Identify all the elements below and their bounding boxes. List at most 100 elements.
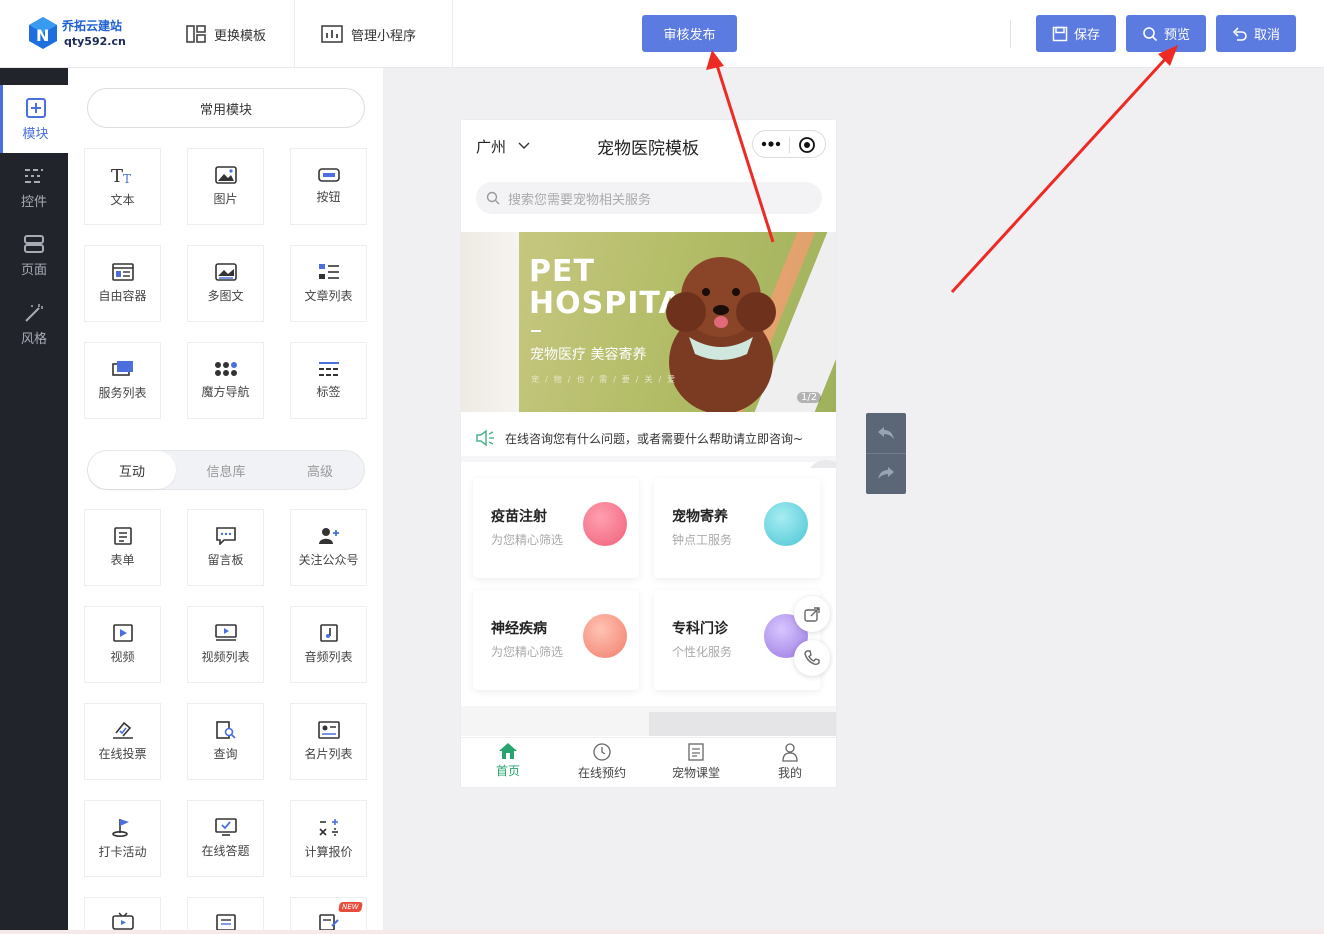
notice-bar[interactable]: 在线咨询您有什么问题，或者需要什么帮助请立即咨询~ [461, 420, 836, 462]
dog-image [666, 257, 776, 412]
history-controls [866, 413, 906, 494]
nav-label: 风格 [20, 331, 47, 347]
banner-carousel[interactable]: PET HOSPITAL 宠物医疗 美容寄养 宠/物/也/需/要/关/爱 1/2 [461, 232, 836, 412]
module-vote[interactable]: 在线投票 [84, 703, 161, 780]
nav-item-pages[interactable]: 页面 [0, 221, 68, 289]
service-card-vaccine[interactable]: 疫苗注射 为您精心筛选 [473, 478, 639, 578]
notice-text: 在线咨询您有什么问题，或者需要什么帮助请立即咨询~ [505, 431, 804, 446]
left-nav: 模块 控件 页面 风格 [0, 68, 68, 934]
close-target-icon[interactable] [798, 136, 816, 154]
module-partial-tv[interactable] [84, 897, 161, 934]
tab-label: 首页 [495, 764, 520, 778]
module-label: 视频列表 [201, 650, 250, 664]
manage-miniapp-button[interactable]: 管理小程序 [295, 0, 453, 68]
city-selector[interactable]: 广州 [476, 136, 506, 157]
module-form[interactable]: 表单 [84, 509, 161, 586]
tab-label: 宠物课堂 [671, 766, 720, 780]
more-icon[interactable] [761, 139, 781, 149]
checkin-flag-icon [111, 819, 129, 837]
logo[interactable]: N 乔拓云建站 qty592.cn [28, 14, 138, 54]
module-multi-image[interactable]: 多图文 [187, 245, 264, 322]
module-partial-new[interactable]: NEW [290, 897, 367, 934]
service-desc: 为您精心筛选 [491, 645, 564, 659]
module-text[interactable]: TT 文本 [84, 148, 161, 225]
module-label: 关注公众号 [298, 553, 359, 567]
svg-text:T: T [123, 172, 131, 185]
module-calculator[interactable]: 计算报价 [290, 800, 367, 877]
module-label: 图片 [213, 192, 238, 206]
service-title: 神经疾病 [491, 621, 547, 637]
module-message-board[interactable]: 留言板 [187, 509, 264, 586]
module-video[interactable]: 视频 [84, 606, 161, 683]
module-label: 在线答题 [201, 844, 250, 858]
call-button[interactable] [794, 640, 830, 676]
share-button[interactable] [794, 596, 830, 632]
module-partial-doc[interactable] [187, 897, 264, 934]
button-icon [317, 168, 340, 182]
plus-square-icon [25, 97, 46, 118]
phone-icon [804, 650, 820, 666]
common-modules-header[interactable]: 常用模块 [87, 88, 365, 128]
tab-label: 我的 [777, 766, 802, 780]
undo-icon[interactable] [877, 426, 895, 440]
book-icon [688, 743, 704, 761]
module-tag[interactable]: 标签 [290, 342, 367, 419]
magic-wand-icon [25, 303, 43, 322]
module-audio-list[interactable]: 音频列表 [290, 606, 367, 683]
module-query[interactable]: 查询 [187, 703, 264, 780]
top-bar: N 乔拓云建站 qty592.cn 更换模板 管理小程序 审核发布 保存 预览 … [0, 0, 1324, 68]
save-button[interactable]: 保存 [1036, 15, 1116, 52]
module-button[interactable]: 按钮 [290, 148, 367, 225]
tab-interactive[interactable]: 互动 [88, 451, 176, 489]
module-label: 表单 [110, 553, 135, 567]
svg-text:N: N [36, 26, 49, 45]
module-quiz[interactable]: 在线答题 [187, 800, 264, 877]
chevron-down-icon[interactable] [518, 142, 530, 150]
module-label: 打卡活动 [98, 845, 147, 859]
module-article-list[interactable]: 文章列表 [290, 245, 367, 322]
module-grid-nav[interactable]: 魔方导航 [187, 342, 264, 419]
module-label: 按钮 [316, 190, 341, 204]
publish-button[interactable]: 审核发布 [642, 15, 737, 52]
follow-icon [318, 528, 339, 544]
tab-me[interactable]: 我的 [743, 742, 836, 786]
module-service-list[interactable]: 服务列表 [84, 342, 161, 419]
cancel-button[interactable]: 取消 [1216, 15, 1296, 52]
service-card-neuro[interactable]: 神经疾病 为您精心筛选 [473, 590, 639, 690]
publish-label: 审核发布 [663, 28, 716, 43]
nav-item-controls[interactable]: 控件 [0, 153, 68, 221]
save-icon [1052, 26, 1068, 41]
module-checkin[interactable]: 打卡活动 [84, 800, 161, 877]
save-label: 保存 [1073, 28, 1100, 43]
change-template-button[interactable]: 更换模板 [160, 0, 295, 68]
service-desc: 为您精心筛选 [491, 533, 564, 547]
tab-home[interactable]: 首页 [461, 742, 555, 786]
module-container[interactable]: 自由容器 [84, 245, 161, 322]
module-video-list[interactable]: 视频列表 [187, 606, 264, 683]
module-card-list[interactable]: 名片列表 [290, 703, 367, 780]
vote-icon [112, 721, 133, 739]
preview-button[interactable]: 预览 [1126, 15, 1206, 52]
redo-icon[interactable] [877, 466, 895, 480]
video-icon [112, 624, 133, 642]
message-board-icon [215, 527, 236, 545]
pages-icon [24, 234, 44, 253]
tab-info-library[interactable]: 信息库 [182, 451, 270, 489]
service-card-boarding[interactable]: 宠物寄养 钟点工服务 [654, 478, 820, 578]
tab-class[interactable]: 宠物课堂 [649, 742, 743, 786]
nav-item-style[interactable]: 风格 [0, 290, 68, 358]
service-title: 专科门诊 [672, 621, 728, 637]
module-follow[interactable]: 关注公众号 [290, 509, 367, 586]
module-image[interactable]: 图片 [187, 148, 264, 225]
article-list-icon [318, 264, 339, 279]
divider [1010, 20, 1011, 48]
logo-icon: N [29, 17, 57, 49]
tab-advanced[interactable]: 高级 [276, 451, 364, 489]
search-input[interactable]: 搜索您需要宠物相关服务 [476, 182, 822, 214]
nav-item-modules[interactable]: 模块 [0, 85, 68, 153]
container-icon [111, 263, 134, 281]
tab-booking[interactable]: 在线预约 [555, 742, 649, 786]
module-label: 名片列表 [304, 747, 353, 761]
edit-list-icon [318, 914, 339, 930]
module-panel: 常用模块 TT 文本 图片 按钮 自由容器 多图文 文章列表 服务列表 魔方导航… [68, 68, 383, 934]
